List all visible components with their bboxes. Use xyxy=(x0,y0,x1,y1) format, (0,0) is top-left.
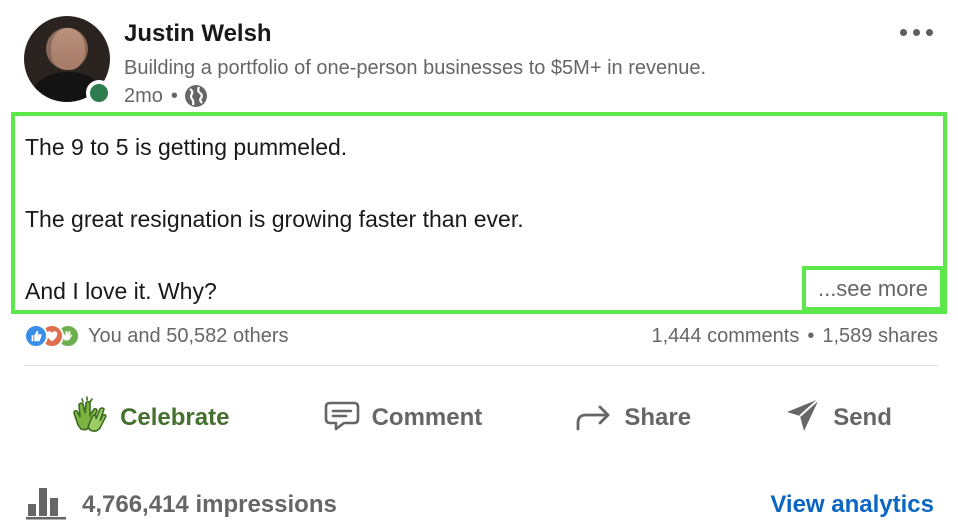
impressions: 4,766,414 impressions xyxy=(24,484,337,527)
post-meta: 2mo • xyxy=(124,84,208,108)
share-button[interactable]: Share xyxy=(558,387,707,450)
post-text-line: The 9 to 5 is getting pummeled. xyxy=(25,134,348,160)
action-bar: Celebrate Comment Share Send xyxy=(24,388,938,448)
dot-icon xyxy=(925,28,933,36)
social-counts: You and 50,582 others 1,444 comments • 1… xyxy=(24,322,938,350)
globe-icon xyxy=(184,84,208,108)
post-text-line: The great resignation is growing faster … xyxy=(25,206,524,232)
post-text-line: And I love it. Why? xyxy=(25,278,217,304)
dot-icon xyxy=(912,28,920,36)
comments-count[interactable]: 1,444 comments xyxy=(651,325,799,348)
analytics-row: 4,766,414 impressions View analytics xyxy=(24,480,938,530)
celebrate-hands-icon xyxy=(70,395,110,442)
online-status-indicator xyxy=(86,80,112,106)
impressions-count: 4,766,414 impressions xyxy=(82,491,337,518)
share-arrow-icon xyxy=(574,395,614,442)
comment-label: Comment xyxy=(371,404,483,431)
send-label: Send xyxy=(833,404,892,431)
share-label: Share xyxy=(624,404,692,431)
view-analytics-link[interactable]: View analytics xyxy=(770,491,934,519)
bar-chart-icon xyxy=(24,484,68,527)
comment-icon xyxy=(322,395,362,442)
author-headline: Building a portfolio of one-person busin… xyxy=(124,57,707,79)
send-icon xyxy=(783,395,823,442)
reactions-summary[interactable]: You and 50,582 others xyxy=(24,324,289,348)
avatar-face xyxy=(51,28,85,70)
post-time: 2mo xyxy=(124,84,163,107)
divider xyxy=(24,365,938,366)
shares-count[interactable]: 1,589 shares xyxy=(822,325,938,348)
celebrate-label: Celebrate xyxy=(120,404,230,431)
post-header: Justin Welsh Building a portfolio of one… xyxy=(0,0,958,112)
meta-separator: • xyxy=(170,84,178,107)
dot-icon xyxy=(899,28,907,36)
like-icon xyxy=(24,324,48,348)
author-name[interactable]: Justin Welsh xyxy=(124,20,272,48)
reactions-count[interactable]: You and 50,582 others xyxy=(88,325,289,348)
celebrate-button[interactable]: Celebrate xyxy=(54,387,245,450)
comment-button[interactable]: Comment xyxy=(306,387,499,450)
send-button[interactable]: Send xyxy=(767,387,908,450)
engagement-counts: 1,444 comments • 1,589 shares xyxy=(651,325,938,348)
see-more-button[interactable]: ...see more xyxy=(802,266,944,311)
more-options-button[interactable] xyxy=(894,22,938,42)
counts-separator: • xyxy=(807,324,815,347)
